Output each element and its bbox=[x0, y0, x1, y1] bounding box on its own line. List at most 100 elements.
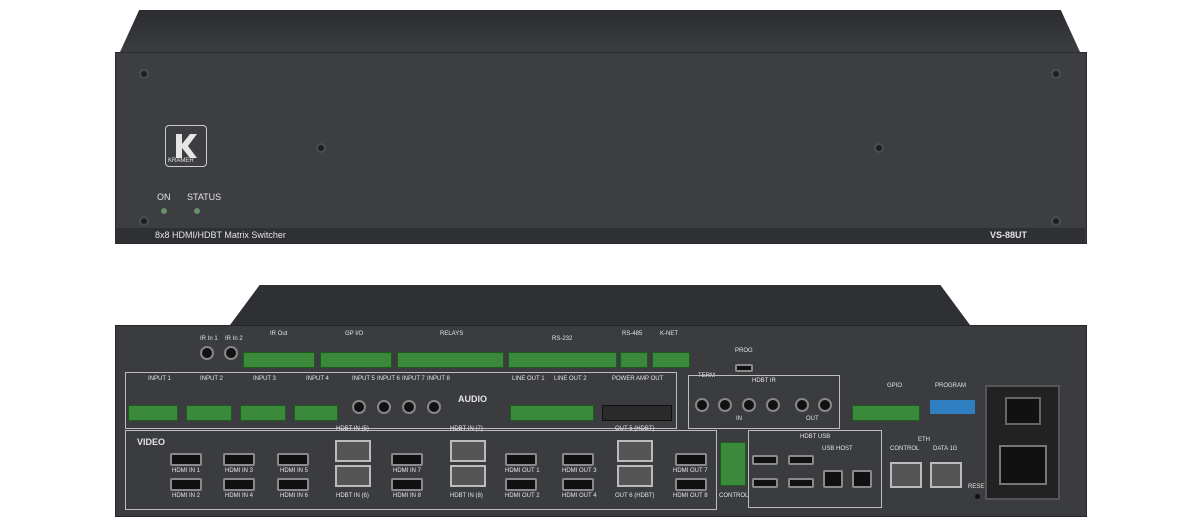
ir-in-1-jack[interactable] bbox=[200, 346, 214, 360]
gpio2-terminal[interactable] bbox=[852, 405, 920, 421]
input5-label: INPUT 5 bbox=[352, 376, 375, 382]
hdmi-in-2-port[interactable] bbox=[170, 478, 202, 491]
hdmi-in-4-port[interactable] bbox=[223, 478, 255, 491]
eth-data-label: DATA 1G bbox=[933, 446, 958, 452]
input3-terminal[interactable] bbox=[240, 405, 286, 421]
hdbt-ir-jack[interactable] bbox=[818, 398, 832, 412]
out-6-hdbt-port[interactable] bbox=[617, 465, 653, 487]
hdbt-ir-jack[interactable] bbox=[742, 398, 756, 412]
rs232-control-label: CONTROL bbox=[719, 493, 749, 499]
hdmi-in-6-port[interactable] bbox=[277, 478, 309, 491]
hdbt-in-6-label: HDBT IN (6) bbox=[336, 493, 369, 499]
input8-label: INPUT 8 bbox=[427, 376, 450, 382]
audio-label: AUDIO bbox=[458, 394, 487, 404]
hdbt-ir-jack[interactable] bbox=[795, 398, 809, 412]
ir-out-terminal[interactable] bbox=[243, 352, 315, 368]
hdmi-in-5-label: HDMI IN 5 bbox=[280, 468, 309, 474]
screw-icon bbox=[1051, 69, 1061, 79]
model-number: VS-88UT bbox=[990, 230, 1028, 240]
input1-terminal[interactable] bbox=[128, 405, 178, 421]
hdbt-usb-label: HDBT USB bbox=[800, 434, 831, 440]
out-6-hdbt-label: OUT 6 (HDBT) bbox=[615, 493, 655, 499]
relays-terminal[interactable] bbox=[397, 352, 504, 368]
usb-b-port[interactable] bbox=[852, 470, 872, 488]
usb-a-port[interactable] bbox=[752, 455, 778, 465]
input2-terminal[interactable] bbox=[186, 405, 232, 421]
hdmi-out-8-port[interactable] bbox=[675, 478, 707, 491]
hdmi-in-1-port[interactable] bbox=[170, 453, 202, 466]
hdmi-in-3-label: HDMI IN 3 bbox=[225, 468, 254, 474]
hdmi-out-1-port[interactable] bbox=[505, 453, 537, 466]
screw-icon bbox=[139, 216, 149, 226]
input3-label: INPUT 3 bbox=[253, 376, 276, 382]
hdmi-in-7-port[interactable] bbox=[391, 453, 423, 466]
hdbt-ir-jack[interactable] bbox=[718, 398, 732, 412]
hdbt-in-5-port[interactable] bbox=[335, 440, 371, 462]
reset-button[interactable] bbox=[975, 494, 980, 499]
rs232-terminal[interactable] bbox=[508, 352, 617, 368]
input4-terminal[interactable] bbox=[294, 405, 338, 421]
power-inlet[interactable] bbox=[985, 385, 1060, 500]
screw-icon bbox=[1051, 216, 1061, 226]
out-5-hdbt-port[interactable] bbox=[617, 440, 653, 462]
input7-jack[interactable] bbox=[402, 400, 416, 414]
hdbt-in-7-port[interactable] bbox=[450, 440, 486, 462]
hdmi-in-5-port[interactable] bbox=[277, 453, 309, 466]
brand-label: KRAMER bbox=[168, 158, 194, 164]
screw-icon bbox=[139, 69, 149, 79]
hdmi-out-3-port[interactable] bbox=[562, 453, 594, 466]
hdmi-out-7-label: HDMI OUT 7 bbox=[673, 468, 708, 474]
status-label: STATUS bbox=[187, 192, 222, 202]
screw-icon bbox=[316, 143, 326, 153]
input5-jack[interactable] bbox=[352, 400, 366, 414]
hdmi-in-3-port[interactable] bbox=[223, 453, 255, 466]
rs485-label: RS-485 bbox=[622, 331, 643, 337]
hdmi-in-1-label: HDMI IN 1 bbox=[172, 468, 201, 474]
input1-label: INPUT 1 bbox=[148, 376, 171, 382]
hdmi-out-2-port[interactable] bbox=[505, 478, 537, 491]
hdmi-out-7-port[interactable] bbox=[675, 453, 707, 466]
power-switch[interactable] bbox=[1005, 397, 1041, 425]
hdmi-in-8-port[interactable] bbox=[391, 478, 423, 491]
knet-terminal[interactable] bbox=[652, 352, 690, 368]
ir-out-label: IR Out bbox=[270, 331, 288, 337]
prog-label: PROG bbox=[735, 348, 753, 354]
ir-in-2-jack[interactable] bbox=[224, 346, 238, 360]
prog-usb-port[interactable] bbox=[735, 364, 753, 372]
on-led bbox=[161, 208, 167, 214]
on-label: ON bbox=[157, 192, 171, 202]
model-description: 8x8 HDMI/HDBT Matrix Switcher bbox=[155, 230, 286, 240]
ir-out-sub-label: OUT bbox=[806, 416, 819, 422]
usb-a-port[interactable] bbox=[788, 455, 814, 465]
input8-jack[interactable] bbox=[427, 400, 441, 414]
screw-icon bbox=[874, 143, 884, 153]
usb-a-port[interactable] bbox=[788, 478, 814, 488]
hdmi-out-4-label: HDMI OUT 4 bbox=[562, 493, 597, 499]
rs232-control-terminal[interactable] bbox=[720, 442, 746, 486]
hdbt-in-8-port[interactable] bbox=[450, 465, 486, 487]
hdmi-out-2-label: HDMI OUT 2 bbox=[505, 493, 540, 499]
rs485-terminal[interactable] bbox=[620, 352, 648, 368]
power-amp-terminal[interactable] bbox=[602, 405, 672, 421]
hdbt-in-6-port[interactable] bbox=[335, 465, 371, 487]
program-dip-switch[interactable] bbox=[930, 400, 975, 414]
hdbt-ir-jack[interactable] bbox=[695, 398, 709, 412]
line-out-terminal[interactable] bbox=[510, 405, 594, 421]
front-panel bbox=[115, 52, 1087, 244]
program-label: PROGRAM bbox=[935, 383, 967, 389]
hdmi-in-8-label: HDMI IN 8 bbox=[393, 493, 422, 499]
gpio-terminal[interactable] bbox=[320, 352, 392, 368]
eth-control-port[interactable] bbox=[890, 462, 922, 488]
hdbt-in-7-label: HDBT IN (7) bbox=[450, 426, 483, 432]
usb-b-port[interactable] bbox=[823, 470, 843, 488]
ir-in-1-label: IR In 1 bbox=[200, 336, 218, 342]
gpio2-label: GPIO bbox=[887, 383, 903, 389]
rear-chassis-top bbox=[230, 285, 970, 325]
hdmi-out-4-port[interactable] bbox=[562, 478, 594, 491]
eth-data-port[interactable] bbox=[930, 462, 962, 488]
input4-label: INPUT 4 bbox=[306, 376, 329, 382]
input6-jack[interactable] bbox=[377, 400, 391, 414]
input2-label: INPUT 2 bbox=[200, 376, 223, 382]
usb-a-port[interactable] bbox=[752, 478, 778, 488]
hdbt-ir-jack[interactable] bbox=[766, 398, 780, 412]
